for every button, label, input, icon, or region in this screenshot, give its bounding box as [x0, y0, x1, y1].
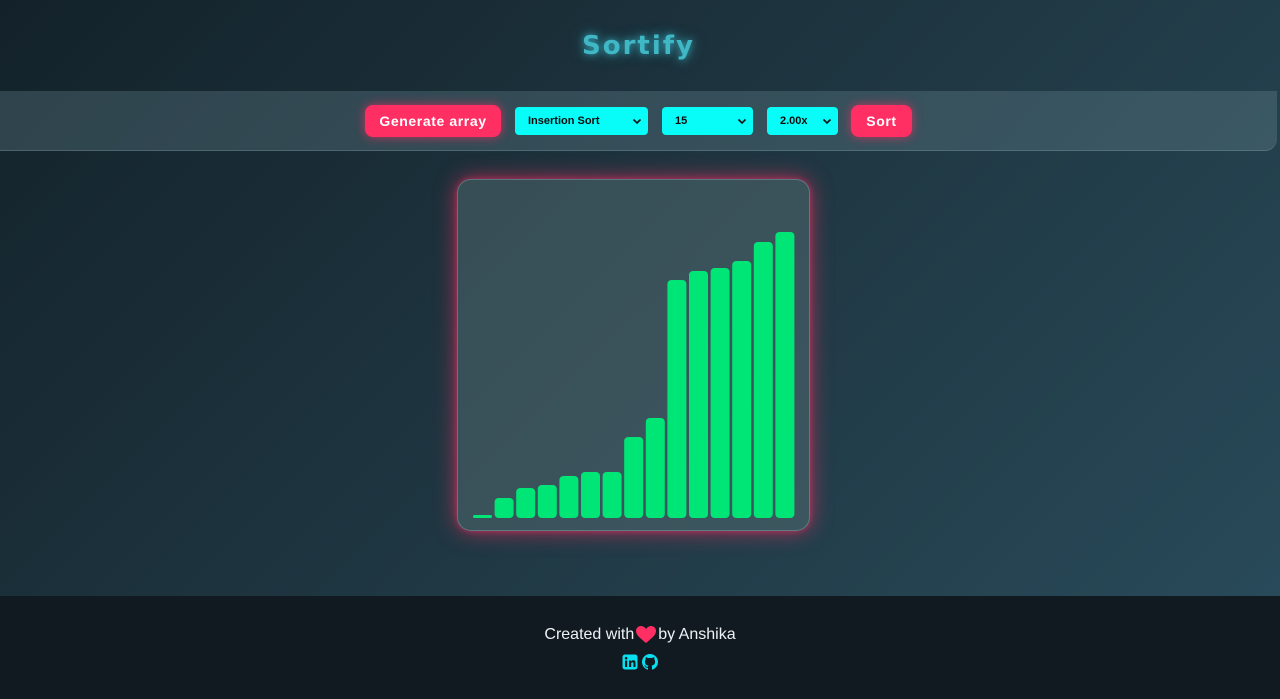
- speed-select[interactable]: 2.00x: [767, 106, 838, 135]
- array-bar: [710, 268, 730, 518]
- array-bar: [559, 476, 579, 518]
- heart-icon: [636, 626, 657, 644]
- chevron-down-icon: [737, 116, 747, 126]
- array-bar: [537, 485, 557, 518]
- linkedin-icon[interactable]: [622, 654, 638, 670]
- array-bar: [732, 261, 752, 518]
- credit-suffix: by Anshika: [658, 626, 736, 643]
- bars-chart: [473, 232, 795, 518]
- toolbar: Generate array Insertion Sort 15 2.00x S…: [0, 91, 1277, 151]
- page-title: Sortify: [581, 30, 695, 61]
- sort-button[interactable]: Sort: [851, 104, 912, 137]
- header: Sortify: [0, 0, 1277, 91]
- array-bar: [775, 232, 795, 518]
- array-size-select-value: 15: [675, 114, 688, 127]
- generate-array-button[interactable]: Generate array: [365, 104, 501, 137]
- footer: Created with by Anshika: [0, 596, 1280, 699]
- array-bar: [473, 515, 492, 518]
- array-bar: [667, 280, 687, 518]
- array-size-select[interactable]: 15: [662, 106, 753, 135]
- array-bar: [516, 488, 536, 518]
- credit-prefix: Created with: [544, 626, 635, 643]
- chevron-down-icon: [632, 116, 642, 126]
- app-root: Sortify Generate array Insertion Sort 15…: [0, 0, 1277, 699]
- chevron-down-icon: [822, 116, 832, 126]
- social-links: [622, 654, 658, 670]
- credit-line: Created with by Anshika: [544, 626, 736, 644]
- array-bar: [624, 437, 644, 518]
- array-bar: [689, 271, 708, 518]
- algorithm-select[interactable]: Insertion Sort: [515, 106, 648, 135]
- speed-select-value: 2.00x: [780, 114, 808, 127]
- array-bar: [645, 418, 665, 518]
- algorithm-select-value: Insertion Sort: [528, 114, 600, 127]
- github-icon[interactable]: [642, 654, 658, 670]
- visualizer-canvas: [457, 179, 810, 531]
- array-bar: [602, 472, 622, 518]
- array-bar: [753, 242, 773, 518]
- array-bar: [494, 498, 514, 518]
- array-bar: [581, 472, 600, 518]
